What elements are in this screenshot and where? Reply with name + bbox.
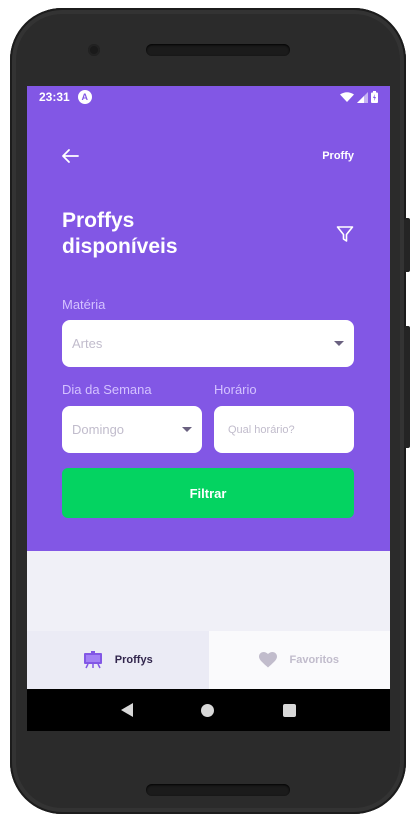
- heart-icon: [259, 652, 278, 668]
- easel-icon: [83, 651, 102, 669]
- dropdown-caret-icon: [334, 341, 344, 346]
- bottom-tab-bar: Proffys Favoritos: [27, 631, 390, 689]
- status-time: 23:31: [39, 90, 70, 104]
- wifi-icon: [340, 91, 354, 102]
- dia-label: Dia da Semana: [62, 382, 152, 397]
- volume-button: [404, 326, 410, 448]
- nav-home-icon[interactable]: [201, 703, 215, 717]
- back-arrow-icon[interactable]: [61, 148, 79, 164]
- horario-placeholder: Qual horário?: [228, 423, 295, 436]
- front-camera: [88, 44, 100, 56]
- materia-value: Artes: [72, 336, 103, 351]
- filter-button[interactable]: Filtrar: [62, 468, 354, 518]
- android-nav-bar: [27, 689, 390, 731]
- horario-label: Horário: [214, 382, 257, 397]
- app-screen: 23:31 A Proffy Proffys disponíveis Matér…: [27, 86, 390, 731]
- title-line-2: disponíveis: [62, 235, 178, 258]
- dropdown-caret-icon: [182, 427, 192, 432]
- tab-favoritos[interactable]: Favoritos: [208, 631, 390, 689]
- status-icons: [340, 91, 378, 103]
- app-notification-icon: A: [77, 90, 92, 104]
- signal-icon: [357, 91, 368, 103]
- status-bar: 23:31 A: [27, 86, 390, 108]
- materia-label: Matéria: [62, 297, 106, 312]
- bottom-speaker: [146, 784, 290, 796]
- top-speaker: [146, 44, 290, 56]
- horario-input[interactable]: Qual horário?: [214, 406, 354, 453]
- page-title: Proffys disponíveis: [62, 208, 302, 260]
- page-header: Proffy Proffys disponíveis Matéria Artes…: [27, 108, 390, 551]
- nav-back-icon[interactable]: [121, 703, 134, 717]
- tab-proffys-label: Proffys: [114, 654, 153, 666]
- power-button: [404, 218, 410, 272]
- brand-logo: Proffy: [322, 150, 354, 162]
- materia-select[interactable]: Artes: [62, 320, 354, 367]
- battery-icon: [371, 91, 378, 103]
- filter-icon[interactable]: [336, 225, 354, 243]
- tab-favoritos-label: Favoritos: [289, 654, 339, 666]
- dia-select[interactable]: Domingo: [62, 406, 202, 453]
- dia-value: Domingo: [72, 422, 125, 437]
- title-line-1: Proffys: [62, 209, 135, 232]
- tab-proffys[interactable]: Proffys: [27, 631, 209, 689]
- nav-recents-icon[interactable]: [282, 703, 296, 717]
